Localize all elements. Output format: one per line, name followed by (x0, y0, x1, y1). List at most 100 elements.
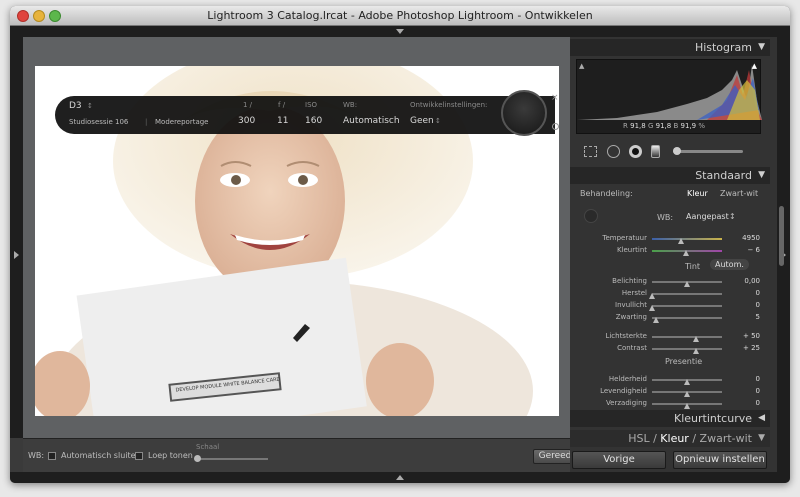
triangle-down-icon (396, 29, 404, 34)
slider-row[interactable]: Belichting 0,00 (570, 277, 770, 288)
slider-row[interactable]: Kleurtint − 6 (570, 246, 770, 257)
chevron-updown-icon[interactable]: ↕ (435, 117, 441, 125)
graduated-filter-icon[interactable] (651, 145, 660, 158)
basic-wb-value[interactable]: Aangepast (686, 212, 729, 221)
slider-track[interactable] (652, 293, 722, 295)
show-loupe-label: Loep tonen (148, 451, 193, 460)
slider-value[interactable]: 0 (730, 301, 760, 309)
show-loupe-checkbox[interactable] (135, 452, 143, 460)
overlay-settings-icon[interactable] (552, 123, 559, 130)
slider-track[interactable] (652, 336, 722, 338)
tone-heading: Tint (685, 262, 701, 271)
crop-tool-icon[interactable] (584, 146, 597, 157)
filmstrip-toggle[interactable] (10, 472, 790, 483)
slider-label: Helderheid (608, 375, 647, 383)
chevron-updown-icon[interactable]: ↕ (729, 212, 736, 221)
slider-thumb[interactable] (652, 317, 659, 323)
histogram-panel[interactable]: ▲ ▲ R 91,8 G 91,8 B 91,9 % (576, 59, 762, 134)
slider-track[interactable] (652, 305, 722, 307)
session-name: Studiosessie 106 (69, 118, 129, 126)
slider-row[interactable]: Contrast + 25 (570, 344, 770, 355)
g-value: 91,8 (655, 122, 672, 130)
slider-thumb[interactable] (693, 348, 700, 354)
slider-track[interactable] (652, 238, 722, 240)
toolbar: WB: Automatisch sluiten Loep tonen Schaa… (23, 438, 577, 472)
image-view: DEVELOP MODULE WHITE BALANCE CARD D3 ↕ S… (23, 37, 570, 438)
panel-scrollbar[interactable] (779, 206, 784, 266)
slider-thumb[interactable] (684, 379, 690, 385)
app-window: Lightroom 3 Catalog.lrcat - Adobe Photos… (10, 6, 790, 483)
slider-thumb[interactable] (649, 305, 655, 311)
adjustment-brush-icon[interactable] (673, 147, 743, 155)
slider-value[interactable]: 4950 (730, 234, 760, 242)
treatment-bw-option[interactable]: Zwart-wit (720, 189, 758, 198)
develop-settings-value[interactable]: Geen (410, 116, 434, 126)
slider-row[interactable]: Lichtsterkte + 50 (570, 332, 770, 343)
scale-slider-thumb[interactable] (194, 455, 201, 462)
slider-thumb[interactable] (684, 391, 690, 397)
slider-value[interactable]: + 25 (730, 344, 760, 352)
spot-removal-icon[interactable] (607, 145, 620, 158)
slider-label: Lichtsterkte (605, 332, 647, 340)
bw-tab[interactable]: Zwart-wit (700, 432, 752, 445)
camera-model: D3 (69, 101, 82, 111)
develop-settings-label: Ontwikkelinstellingen: (410, 101, 488, 109)
slider-row[interactable]: Zwarting 5 (570, 313, 770, 324)
slider-thumb[interactable] (693, 336, 700, 342)
slider-value[interactable]: 0 (730, 387, 760, 395)
slider-value[interactable]: 0 (730, 289, 760, 297)
hsl-header[interactable]: HSL / Kleur / Zwart-wit ▼ (570, 430, 770, 447)
slider-value[interactable]: 0 (730, 399, 760, 407)
auto-close-label: Automatisch sluiten (61, 451, 141, 460)
close-overlay-icon[interactable]: × (551, 93, 559, 103)
overlay-dial[interactable] (501, 90, 547, 136)
slider-row[interactable]: Herstel 0 (570, 289, 770, 300)
histogram-header[interactable]: Histogram ▼ (570, 39, 770, 56)
treatment-color-option[interactable]: Kleur (687, 189, 708, 198)
slider-row[interactable]: Levendigheid 0 (570, 387, 770, 398)
slider-value[interactable]: + 50 (730, 332, 760, 340)
triangle-down-icon: ▼ (758, 42, 765, 52)
triangle-down-icon: ▼ (758, 170, 765, 180)
slider-row[interactable]: Verzadiging 0 (570, 399, 770, 410)
slider-thumb[interactable] (649, 293, 655, 299)
wb-selector-icon[interactable] (584, 209, 598, 223)
slider-thumb[interactable] (684, 281, 690, 287)
slider-row[interactable]: Helderheid 0 (570, 375, 770, 386)
slider-track[interactable] (652, 317, 722, 319)
slider-row[interactable]: Temperatuur 4950 (570, 234, 770, 245)
wb-label: WB: (343, 101, 358, 109)
category: Modereportage (155, 118, 209, 126)
slider-track[interactable] (652, 348, 722, 350)
slider-value[interactable]: 0,00 (730, 277, 760, 285)
slider-value[interactable]: 0 (730, 375, 760, 383)
iso-value: 160 (305, 116, 323, 126)
scale-slider[interactable] (194, 455, 268, 462)
slider-thumb[interactable] (682, 250, 689, 256)
slider-row[interactable]: Invullicht 0 (570, 301, 770, 312)
color-tab[interactable]: Kleur (660, 432, 689, 445)
window-title: Lightroom 3 Catalog.lrcat - Adobe Photos… (207, 9, 593, 22)
red-eye-icon[interactable] (629, 145, 642, 158)
slider-value[interactable]: 5 (730, 313, 760, 321)
slider-value[interactable]: − 6 (730, 246, 760, 254)
basic-panel-header[interactable]: Standaard ▼ (570, 167, 770, 184)
aperture-value: 11 (277, 116, 289, 126)
hsl-tab[interactable]: HSL (628, 432, 649, 445)
shadow-clipping-icon[interactable]: ▲ (579, 62, 584, 70)
overlay-divider: | (145, 118, 148, 126)
auto-tone-button[interactable]: Autom. (710, 259, 749, 270)
slider-thumb[interactable] (684, 403, 690, 409)
previous-button[interactable]: Vorige (572, 451, 666, 469)
auto-close-checkbox[interactable] (48, 452, 56, 460)
slider-label: Zwarting (615, 313, 647, 321)
chevron-updown-icon[interactable]: ↕ (87, 102, 93, 110)
iso-label: ISO (305, 101, 318, 109)
reset-button[interactable]: Opnieuw instellen (673, 451, 767, 469)
left-panel-toggle[interactable] (10, 37, 23, 438)
tone-curve-header[interactable]: Kleurtintcurve ◀ (570, 410, 770, 427)
slider-thumb[interactable] (678, 238, 685, 244)
top-panel-toggle[interactable] (10, 26, 790, 37)
wb-value[interactable]: Automatisch (343, 116, 400, 126)
highlight-clipping-icon[interactable]: ▲ (752, 62, 757, 70)
